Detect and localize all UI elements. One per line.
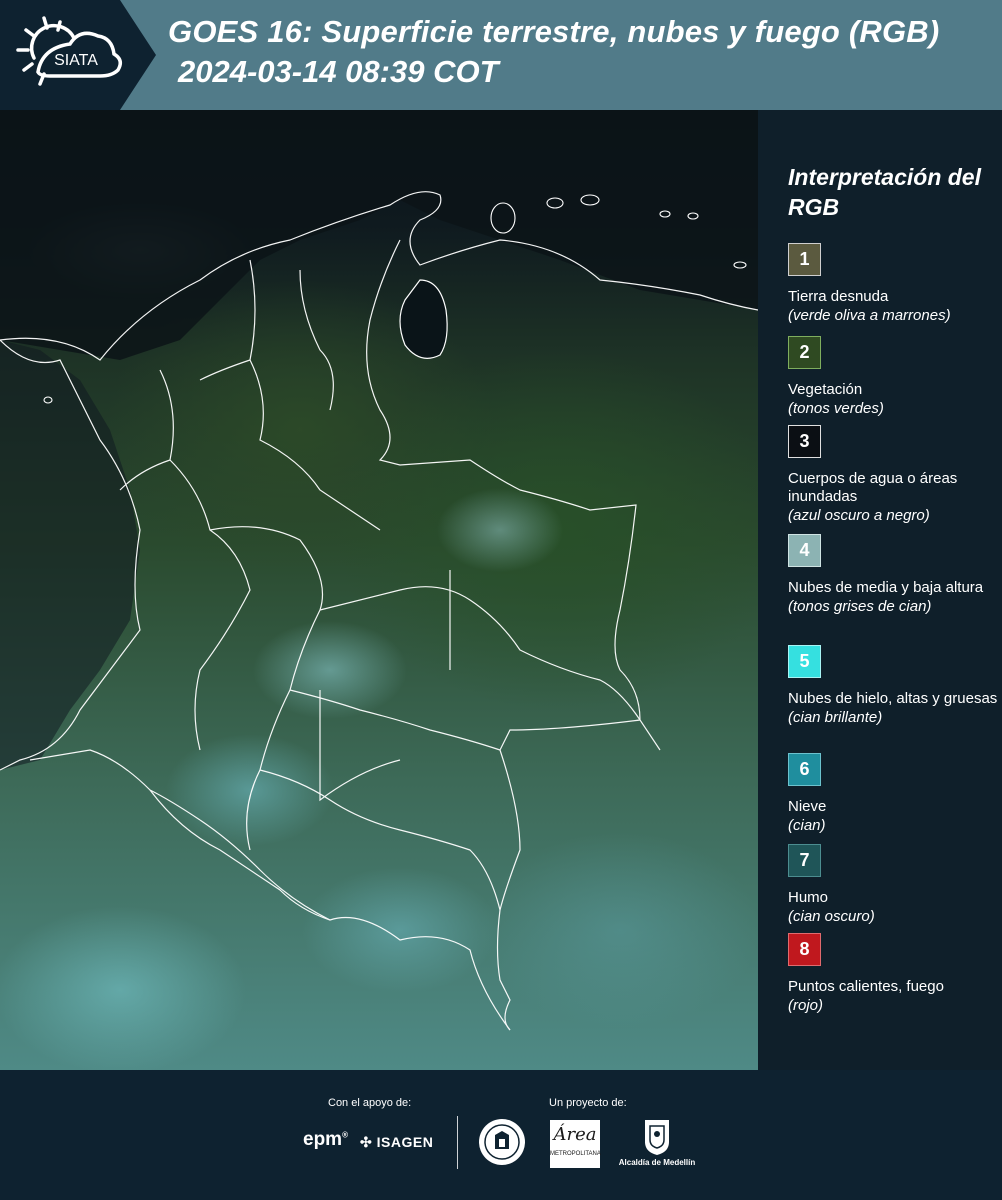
legend-label-7: Humo: [788, 889, 829, 906]
internal-border-2: [249, 259, 381, 531]
antioquia-seal-logo: [477, 1117, 527, 1167]
internal-border-5: [289, 689, 501, 751]
isagen-icon: ✣: [360, 1134, 373, 1150]
legend-label-8: Puntos calientes, fuego: [788, 978, 944, 995]
seal-icon: [479, 1119, 525, 1165]
colombia-brazil-border: [496, 719, 641, 1031]
caribbean-sea: [0, 110, 758, 360]
legend-swatch-6: 6: [788, 753, 821, 786]
internal-border-1: [159, 369, 251, 751]
svg-text:SIATA: SIATA: [54, 52, 98, 69]
legend-swatch-7: 7: [788, 844, 821, 877]
pacific-sea: [0, 340, 140, 770]
internal-border-4: [319, 586, 641, 721]
footer-divider: [457, 1116, 458, 1169]
colombia-ecuador-border: [29, 749, 201, 821]
internal-border-7: [319, 570, 451, 802]
legend-label-5: Nubes de hielo, altas y gruesas: [788, 690, 998, 707]
legend-label-4: Nubes de media y baja altura: [788, 579, 984, 596]
legend-swatch-5: 5: [788, 645, 821, 678]
sun-cloud-icon: SIATA: [16, 16, 122, 86]
legend-swatch-4: 4: [788, 534, 821, 567]
legend-item-6: 6 Nieve (cian): [788, 753, 998, 835]
isagen-logo: ✣ ISAGEN: [360, 1134, 434, 1150]
internal-border-6: [259, 769, 501, 911]
legend-title: Interpretación del RGB: [788, 164, 981, 220]
footer: Con el apoyo de: Un proyecto de: epm® ✣ …: [0, 1070, 1002, 1200]
area-metropolitana-logo: Área METROPOLITANA: [550, 1120, 601, 1168]
legend-panel: Interpretación del RGB 1 Tierra desnuda …: [760, 110, 1002, 1070]
legend-note-3: (azul oscuro a negro): [788, 507, 930, 524]
legend-label-1: Tierra desnuda: [788, 288, 889, 305]
legend-note-4: (tonos grises de cian): [788, 598, 932, 615]
internal-border-3: [209, 526, 324, 851]
legend-label-6: Nieve: [788, 798, 827, 815]
legend-swatch-2: 2: [788, 336, 821, 369]
legend-swatch-3: 3: [788, 425, 821, 458]
legend-note-7: (cian oscuro): [788, 908, 875, 925]
alcaldia-medellin-logo: Alcaldía de Medellín: [612, 1118, 702, 1170]
legend-item-8: 8 Puntos calientes, fuego (rojo): [788, 933, 998, 1015]
legend-note-6: (cian): [788, 817, 826, 834]
lake-maracaibo: [399, 279, 448, 359]
legend-item-5: 5 Nubes de hielo, altas y gruesas (cian …: [788, 645, 998, 727]
legend-item-3: 3 Cuerpos de agua o áreas inundadas (azu…: [788, 425, 998, 525]
header: SIATA GOES 16: Superficie terrestre, nub…: [0, 0, 1002, 110]
internal-border-9: [149, 789, 331, 921]
project-label: Un proyecto de:: [549, 1097, 627, 1109]
epm-logo: epm®: [303, 1129, 348, 1150]
legend-swatch-1: 1: [788, 243, 821, 276]
legend-item-7: 7 Humo (cian oscuro): [788, 844, 998, 926]
legend-note-2: (tonos verdes): [788, 400, 884, 417]
legend-item-2: 2 Vegetación (tonos verdes): [788, 336, 998, 418]
legend-item-1: 1 Tierra desnuda (verde oliva a marrones…: [788, 243, 998, 325]
legend-label-2: Vegetación: [788, 381, 863, 398]
legend-swatch-8: 8: [788, 933, 821, 966]
page-title: GOES 16: Superficie terrestre, nubes y f…: [168, 14, 940, 49]
medellin-shield-icon: [645, 1120, 669, 1155]
medellin-text: Alcaldía de Medellín: [618, 1158, 696, 1167]
siata-logo: SIATA: [14, 14, 126, 94]
support-label: Con el apoyo de:: [328, 1097, 412, 1109]
colombia-peru-border: [199, 819, 511, 1031]
legend-label-3: Cuerpos de agua o áreas inundadas: [788, 470, 958, 505]
map-borders: [0, 110, 758, 1031]
legend-note-1: (verde oliva a marrones): [788, 307, 951, 324]
legend-note-8: (rojo): [788, 997, 824, 1014]
legend-item-4: 4 Nubes de media y baja altura (tonos gr…: [788, 534, 998, 616]
page-timestamp: 2024-03-14 08:39 COT: [178, 54, 499, 89]
legend-note-5: (cian brillante): [788, 709, 883, 726]
satellite-map: [0, 110, 758, 1070]
